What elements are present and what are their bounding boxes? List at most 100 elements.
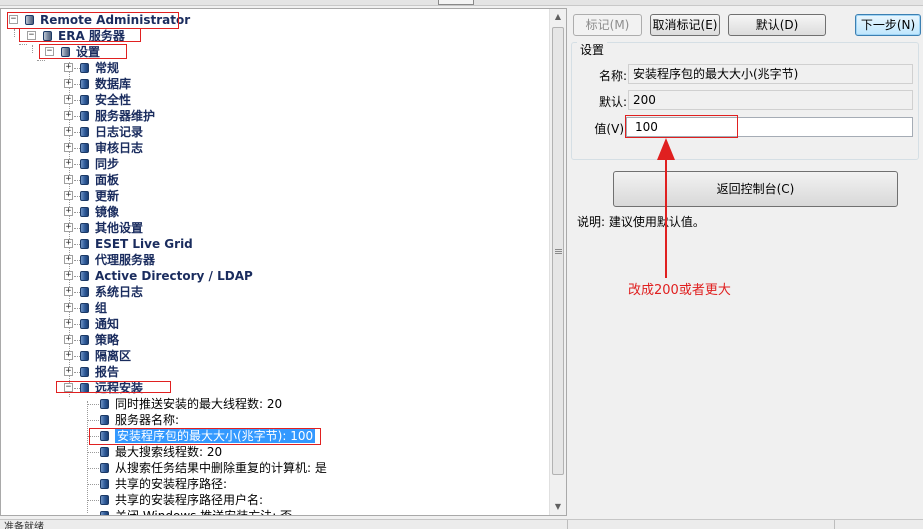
expand-toggle-icon[interactable]: + [64,367,73,376]
tree-vertical-scrollbar[interactable]: ▲ ▼ [549,9,566,515]
tree-node-category[interactable]: + 安全性 [1,92,546,108]
tree-node-label: 安全性 [95,93,132,107]
value-label: 值(V) [594,122,624,136]
tree-node-label: 远程安装 [95,381,144,395]
tree-node-icon [80,255,89,265]
tree-node-label: 设置 [76,45,101,59]
expand-toggle-icon[interactable]: + [64,335,73,344]
expand-toggle-icon[interactable]: + [64,95,73,104]
tree-node-icon [80,287,89,297]
tree-node-category[interactable]: + 日志记录 [1,124,546,140]
tree-node-icon [25,15,34,25]
settings-tree-pane[interactable]: − Remote Administrator − ERA 服务器 − 设置 + 常规 + 数据库 +… [0,8,567,516]
tree-node-setting-item[interactable]: 共享的安装程序路径用户名: [1,492,546,508]
tree-node-setting-item[interactable]: 从搜索任务结果中删除重复的计算机: 是 [1,460,546,476]
unmark-button[interactable]: 取消标记(E) [650,14,720,36]
default-button[interactable]: 默认(D) [728,14,826,36]
expand-toggle-icon[interactable]: + [64,207,73,216]
tree-node-setting-item[interactable]: 安装程序包的最大大小(兆字节): 100 [1,428,546,444]
tree-node-icon [100,463,109,473]
tree-node-icon [80,351,89,361]
expand-toggle-icon[interactable]: + [64,175,73,184]
tree-node-settings[interactable]: − 设置 [1,44,546,60]
expand-toggle-icon[interactable]: + [64,63,73,72]
tree-node-category[interactable]: + 常规 [1,60,546,76]
tree-node-icon [43,31,52,41]
expand-toggle-icon[interactable]: + [64,223,73,232]
tree-node-label: 系统日志 [95,285,144,299]
expand-toggle-icon[interactable]: + [64,287,73,296]
tree-node-label: 组 [95,301,108,315]
tree-node-category[interactable]: + 策略 [1,332,546,348]
scroll-down-arrow-icon[interactable]: ▼ [550,499,566,515]
tree-node-icon [80,95,89,105]
tree-node-setting-item[interactable]: 同时推送安装的最大线程数: 20 [1,396,546,412]
expand-toggle-icon[interactable]: + [64,159,73,168]
tree-node-icon [61,47,70,57]
tree-node-setting-item[interactable]: 关闭 Windows 推送安装方法: 否 [1,508,546,515]
tree-node-label: 报告 [95,365,120,379]
default-value-field: 200 [628,90,913,110]
expand-toggle-icon[interactable]: + [64,271,73,280]
tree-node-category[interactable]: + 通知 [1,316,546,332]
tree-node-root[interactable]: − Remote Administrator [1,12,546,28]
collapse-toggle-icon[interactable]: − [45,47,54,56]
tree-node-icon [80,239,89,249]
tree-node-label: 隔离区 [95,349,132,363]
tree-node-category[interactable]: + 报告 [1,364,546,380]
tree-node-category[interactable]: + 数据库 [1,76,546,92]
tree-node-icon [80,111,89,121]
tree-node-label: Active Directory / LDAP [95,269,253,283]
tree-node-category[interactable]: + 镜像 [1,204,546,220]
expand-toggle-icon[interactable]: + [64,79,73,88]
expand-toggle-icon[interactable]: + [64,239,73,248]
toolbar-button-edge[interactable] [438,0,474,5]
tree-node-setting-item[interactable]: 服务器名称: [1,412,546,428]
expand-toggle-icon[interactable]: + [64,191,73,200]
tree-node-label: 日志记录 [95,125,144,139]
collapse-toggle-icon[interactable]: − [9,15,18,24]
tree-node-category[interactable]: + 同步 [1,156,546,172]
tree-node-label: 从搜索任务结果中删除重复的计算机: 是 [115,461,327,475]
tree-node-icon [80,303,89,313]
tree-node-category[interactable]: + 代理服务器 [1,252,546,268]
value-input[interactable] [626,117,913,137]
tree-node-category[interactable]: + 系统日志 [1,284,546,300]
tree-node-icon [80,63,89,73]
tree-node-icon [80,335,89,345]
mark-button[interactable]: 标记(M) [573,14,642,36]
name-value-field: 安装程序包的最大大小(兆字节) [628,64,913,84]
tree-node-setting-item[interactable]: 共享的安装程序路径: [1,476,546,492]
expand-toggle-icon[interactable]: + [64,111,73,120]
tree-node-category[interactable]: + Active Directory / LDAP [1,268,546,284]
scroll-up-arrow-icon[interactable]: ▲ [550,9,566,25]
tree-node-category[interactable]: + 更新 [1,188,546,204]
collapse-toggle-icon[interactable]: − [64,383,73,392]
annotation-text: 改成200或者更大 [628,283,731,298]
tree-node-label: 面板 [95,173,120,187]
tree-node-icon [80,79,89,89]
collapse-toggle-icon[interactable]: − [27,31,36,40]
tree-node-remote-install[interactable]: − 远程安装 [1,380,546,396]
tree-node-category[interactable]: + 组 [1,300,546,316]
expand-toggle-icon[interactable]: + [64,143,73,152]
tree-node-server[interactable]: − ERA 服务器 [1,28,546,44]
expand-toggle-icon[interactable]: + [64,255,73,264]
tree-node-setting-item[interactable]: 最大搜索线程数: 20 [1,444,546,460]
tree-node-label: 审核日志 [95,141,144,155]
tree-node-label: 安装程序包的最大大小(兆字节): 100 [115,428,316,444]
scrollbar-thumb[interactable] [552,27,564,475]
tree-node-category[interactable]: + ESET Live Grid [1,236,546,252]
tree-node-category[interactable]: + 面板 [1,172,546,188]
next-button[interactable]: 下一步(N) [855,14,921,36]
expand-toggle-icon[interactable]: + [64,319,73,328]
expand-toggle-icon[interactable]: + [64,303,73,312]
tree-node-icon [80,175,89,185]
tree-node-category[interactable]: + 审核日志 [1,140,546,156]
tree-node-label: 同时推送安装的最大线程数: 20 [115,397,283,411]
tree-node-category[interactable]: + 隔离区 [1,348,546,364]
expand-toggle-icon[interactable]: + [64,127,73,136]
tree-node-category[interactable]: + 其他设置 [1,220,546,236]
tree-node-category[interactable]: + 服务器维护 [1,108,546,124]
expand-toggle-icon[interactable]: + [64,351,73,360]
